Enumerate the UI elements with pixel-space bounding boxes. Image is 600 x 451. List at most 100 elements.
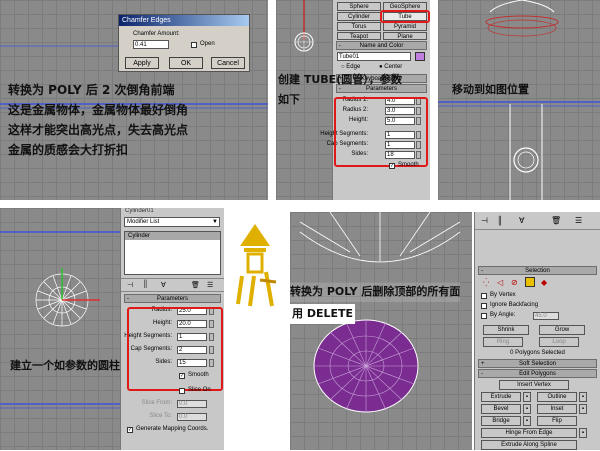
pyramid-button[interactable]: Pyramid bbox=[383, 22, 427, 31]
sword-logo-art bbox=[236, 224, 277, 307]
cylinder-command-panel: Cylinder01 Modifier List ▼ Cylinder ⊣ ║ … bbox=[120, 208, 224, 450]
selection-rollout[interactable]: - Selection bbox=[478, 266, 597, 275]
slice-to-row: Slice To: 0.0 bbox=[121, 413, 224, 422]
modifier-list-label: Modifier List bbox=[127, 219, 160, 225]
edit-polygons-rollout[interactable]: - Edit Polygons bbox=[478, 369, 597, 378]
ring-button[interactable]: Ring bbox=[483, 337, 523, 347]
pin-stack-icon[interactable]: ⊣ bbox=[127, 281, 133, 289]
stack-item-cylinder[interactable]: Cylinder bbox=[125, 232, 220, 240]
chamfer-amount-input[interactable]: 0.41 bbox=[133, 40, 169, 49]
slice-to-label: Slice To: bbox=[149, 413, 172, 419]
bevel-settings-icon[interactable]: ▪ bbox=[523, 404, 531, 414]
by-vertex-label: By Vertex bbox=[490, 292, 516, 298]
tube-params-highlight bbox=[334, 97, 428, 167]
outline-settings-icon[interactable]: ▪ bbox=[579, 392, 587, 402]
configure-icon[interactable]: ☰ bbox=[575, 216, 582, 225]
note-panel2-line2: 如下 bbox=[278, 93, 300, 106]
show-end-result-icon[interactable]: ║ bbox=[497, 216, 503, 225]
pin-stack-icon[interactable]: ⊣ bbox=[481, 216, 488, 225]
make-unique-icon[interactable]: ∀ bbox=[161, 281, 166, 289]
show-end-result-icon[interactable]: ║ bbox=[143, 281, 148, 288]
object-name-field[interactable]: Tube01 bbox=[337, 52, 411, 61]
bridge-button[interactable]: Bridge bbox=[481, 416, 521, 426]
hinge-settings-icon[interactable]: ▪ bbox=[579, 428, 587, 438]
viewport-move[interactable]: 移动到如图位置 bbox=[438, 0, 600, 200]
cylinder-parameters-rollout[interactable]: - Parameters bbox=[124, 294, 221, 303]
selection-status: 0 Polygons Selected bbox=[510, 350, 565, 356]
note-panel5-line2: 用 DELETE bbox=[290, 304, 356, 324]
loop-button[interactable]: Loop bbox=[539, 337, 579, 347]
name-color-rollout[interactable]: - Name and Color bbox=[336, 41, 427, 50]
vertex-mode-icon[interactable]: ⁛ bbox=[483, 278, 489, 287]
plane-button[interactable]: Plane bbox=[383, 32, 427, 40]
ignore-backfacing-row: Ignore Backfacing bbox=[475, 302, 600, 311]
teapot-button[interactable]: Teapot bbox=[337, 32, 381, 40]
chamfer-amount-label: Chamfer Amount: bbox=[133, 31, 180, 37]
remove-modifier-icon[interactable]: 🗑 bbox=[551, 216, 561, 225]
tube-smooth-checkbox[interactable]: ✓ bbox=[389, 163, 395, 169]
remove-modifier-icon[interactable]: 🗑 bbox=[191, 281, 200, 289]
make-unique-icon[interactable]: ∀ bbox=[519, 216, 524, 225]
tube-button-highlight bbox=[380, 10, 430, 23]
by-angle-row: By Angle: 45.0 bbox=[475, 312, 600, 321]
cylinder-wireframe bbox=[0, 231, 120, 409]
modifier-list-dropdown[interactable]: Modifier List ▼ bbox=[124, 217, 220, 227]
slice-from-input[interactable]: 0.0 bbox=[177, 400, 207, 408]
slice-on-row: Slice On bbox=[121, 387, 224, 396]
note-panel3: 移动到如图位置 bbox=[452, 83, 529, 96]
chevron-down-icon: ▼ bbox=[212, 219, 218, 225]
edge-mode-icon[interactable]: ◁ bbox=[497, 278, 503, 287]
ignore-backfacing-checkbox[interactable] bbox=[481, 303, 487, 309]
torus-button[interactable]: Torus bbox=[337, 22, 381, 31]
element-mode-icon[interactable]: ◆ bbox=[541, 278, 547, 287]
slice-to-input[interactable]: 0.0 bbox=[177, 413, 207, 421]
note-panel1-line1: 转换为 POLY 后 2 次倒角前端 bbox=[8, 83, 175, 97]
soft-selection-rollout[interactable]: + Soft Selection bbox=[478, 359, 597, 368]
viewport-poly[interactable]: 转换为 POLY 后删除顶部的所有面 用 DELETE bbox=[290, 212, 472, 450]
inset-settings-icon[interactable]: ▪ bbox=[579, 404, 587, 414]
border-mode-icon[interactable]: ⊘ bbox=[511, 278, 518, 287]
modifier-stack[interactable]: Cylinder bbox=[124, 231, 221, 275]
open-checkbox[interactable] bbox=[191, 42, 197, 48]
color-swatch[interactable] bbox=[415, 52, 425, 61]
note-panel4: 建立一个如参数的圆柱 bbox=[10, 359, 120, 372]
gen-mapping-checkbox[interactable]: ✓ bbox=[127, 427, 133, 433]
by-vertex-checkbox[interactable] bbox=[481, 293, 487, 299]
apply-button[interactable]: Apply bbox=[125, 57, 159, 69]
extrude-settings-icon[interactable]: ▪ bbox=[523, 392, 531, 402]
slice-from-row: Slice From: 0.0 bbox=[121, 400, 224, 409]
poly-wireframe bbox=[299, 212, 461, 413]
grow-button[interactable]: Grow bbox=[539, 325, 585, 335]
ok-button[interactable]: OK bbox=[169, 57, 203, 69]
by-angle-input[interactable]: 45.0 bbox=[533, 312, 559, 320]
extrude-button[interactable]: Extrude bbox=[481, 392, 521, 402]
tube-params-list: Radius 1: 4.0 Radius 2: 3.0 Height: 5.0 Hei… bbox=[320, 97, 430, 167]
tube-smooth-label: Smooth bbox=[398, 162, 419, 168]
cylinder-button[interactable]: Cylinder bbox=[337, 12, 381, 21]
cancel-button[interactable]: Cancel bbox=[211, 57, 245, 69]
note-panel1-line2: 这是金属物体，金属物体最好倒角 bbox=[8, 103, 189, 117]
polygon-mode-icon[interactable] bbox=[525, 277, 535, 287]
extrude-along-spline-button[interactable]: Extrude Along Spline bbox=[481, 440, 577, 450]
flip-button[interactable]: Flip bbox=[537, 416, 577, 426]
bevel-button[interactable]: Bevel bbox=[481, 404, 521, 414]
configure-icon[interactable]: ☰ bbox=[207, 281, 213, 289]
outline-button[interactable]: Outline bbox=[537, 392, 577, 402]
bridge-settings-icon[interactable]: ▪ bbox=[523, 416, 531, 426]
cylinder-params-list: Radius: 25.0 Height: 20.0 Height Segments:… bbox=[121, 307, 224, 391]
inset-button[interactable]: Inset bbox=[537, 404, 577, 414]
cylinder-parameters-title: Parameters bbox=[156, 296, 188, 302]
viewport-tube[interactable]: Sphere GeoSphere Cylinder Tube Torus Pyr… bbox=[276, 0, 430, 200]
shrink-button[interactable]: Shrink bbox=[483, 325, 529, 335]
hinge-from-edge-button[interactable]: Hinge From Edge bbox=[481, 428, 577, 438]
ignore-backfacing-label: Ignore Backfacing bbox=[490, 302, 539, 308]
soft-selection-title: Soft Selection bbox=[518, 361, 557, 367]
tube-command-panel: Sphere GeoSphere Cylinder Tube Torus Pyr… bbox=[320, 0, 430, 200]
viewport-chamfer[interactable]: Chamfer Edges Chamfer Amount: 0.41 Open … bbox=[0, 0, 268, 200]
by-angle-checkbox[interactable] bbox=[481, 313, 487, 319]
slice-on-checkbox[interactable] bbox=[179, 388, 185, 394]
insert-vertex-button[interactable]: Insert Vertex bbox=[499, 380, 569, 390]
note-panel1-line4: 金属的质感会大打折扣 bbox=[8, 143, 129, 157]
viewport-cylinder[interactable]: Cylinder01 Modifier List ▼ Cylinder ⊣ ║ … bbox=[0, 208, 224, 450]
sphere-button[interactable]: Sphere bbox=[337, 2, 381, 11]
